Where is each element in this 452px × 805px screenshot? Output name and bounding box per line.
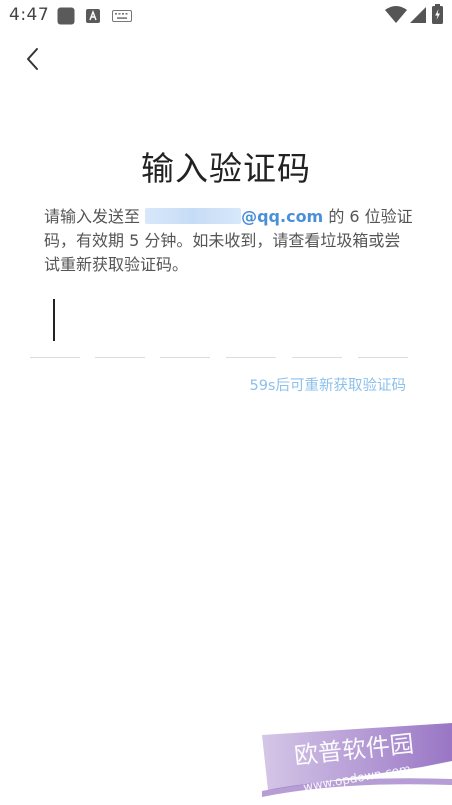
verification-description: 请输入发送至 @qq.com 的 6 位验证码，有效期 5 分钟。如未收到，请查… [44,205,414,277]
code-digit-1[interactable] [30,295,80,358]
code-digit-2[interactable] [95,295,145,358]
back-button[interactable] [16,42,50,76]
a-notification-icon [86,9,100,23]
chevron-left-icon [27,48,38,70]
masked-email: @qq.com [145,205,323,229]
email-domain: @qq.com [241,207,324,226]
email-redaction [145,208,242,224]
code-digit-4[interactable] [226,295,276,358]
status-time: 4:47 [9,5,50,25]
code-digit-3[interactable] [160,295,210,358]
page-title: 输入验证码 [141,149,311,188]
status-bar: 4:47 [0,0,452,32]
signal-icon [410,7,426,23]
description-prefix: 请输入发送至 [44,207,146,226]
battery-charging-icon [432,4,443,24]
code-digit-6[interactable] [358,295,408,358]
input-caret [53,299,55,341]
resend-countdown[interactable]: 59s后可重新获取验证码 [249,374,406,395]
watermark-logo: 欧普软件园 www.opdown.com [262,723,452,797]
code-digit-5[interactable] [292,295,342,358]
keyboard-icon [112,10,132,22]
code-input-row[interactable] [30,295,410,359]
wifi-icon [385,6,407,23]
app-square-icon [57,7,75,25]
